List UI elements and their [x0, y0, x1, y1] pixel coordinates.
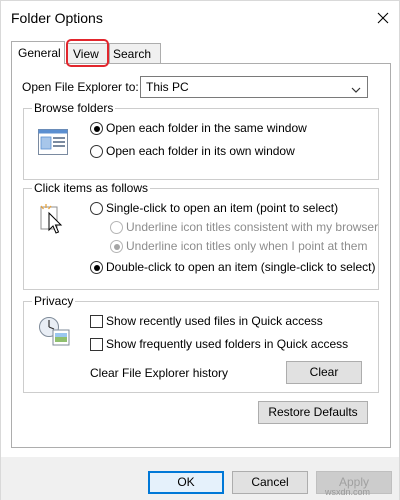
restore-defaults-button[interactable]: Restore Defaults — [258, 401, 368, 424]
pointer-click-icon — [40, 203, 68, 240]
click-items-title: Click items as follows — [32, 181, 151, 195]
privacy-group: Privacy Show recently used files in Quic… — [23, 294, 379, 393]
browse-folders-icon — [38, 129, 68, 158]
open-explorer-value: This PC — [146, 80, 189, 94]
tab-general[interactable]: General — [11, 41, 65, 64]
same-window-label: Open each folder in the same window — [106, 121, 307, 135]
underline-point-label: Underline icon titles only when I point … — [126, 239, 368, 253]
tab-strip: General View Search — [11, 39, 391, 67]
underline-browser-label: Underline icon titles consistent with my… — [126, 220, 379, 234]
browse-folders-group: Browse folders Open each folder in the s… — [23, 101, 379, 180]
radio-double-click[interactable] — [90, 261, 103, 274]
window-title: Folder Options — [11, 10, 103, 26]
tab-general-label: General — [18, 46, 61, 60]
folder-options-dialog: Folder Options General View Search Open … — [0, 0, 400, 500]
watermark: wsxdn.com — [325, 487, 371, 497]
clear-history-label: Clear File Explorer history — [90, 366, 229, 380]
recent-files-label: Show recently used files in Quick access — [106, 314, 323, 328]
radio-single-click[interactable] — [90, 202, 103, 215]
ok-button[interactable]: OK — [148, 471, 224, 494]
cancel-button[interactable]: Cancel — [232, 471, 308, 494]
tab-view[interactable]: View — [67, 43, 109, 63]
own-window-label: Open each folder in its own window — [106, 144, 295, 158]
tab-search-label: Search — [113, 47, 152, 61]
checkbox-frequent-folders[interactable] — [90, 338, 103, 351]
tab-search[interactable]: Search — [109, 43, 161, 63]
radio-same-window[interactable] — [90, 122, 103, 135]
privacy-title: Privacy — [32, 294, 76, 308]
clear-button[interactable]: Clear — [286, 361, 362, 384]
chevron-down-icon — [351, 83, 361, 97]
open-explorer-label: Open File Explorer to: — [22, 80, 139, 94]
radio-underline-point[interactable] — [110, 240, 123, 253]
single-click-label: Single-click to open an item (point to s… — [106, 201, 339, 215]
radio-underline-browser[interactable] — [110, 221, 123, 234]
frequent-folders-label: Show frequently used folders in Quick ac… — [106, 337, 349, 351]
radio-own-window[interactable] — [90, 145, 103, 158]
click-items-group: Click items as follows Single-click to o… — [23, 181, 379, 290]
close-icon[interactable] — [371, 6, 395, 30]
tab-view-label: View — [73, 47, 99, 61]
double-click-label: Double-click to open an item (single-cli… — [106, 260, 376, 274]
browse-folders-title: Browse folders — [32, 101, 116, 115]
privacy-icon — [38, 316, 70, 349]
general-tab-panel: Open File Explorer to: This PC Browse fo… — [11, 63, 391, 448]
open-explorer-select[interactable]: This PC — [140, 76, 368, 98]
checkbox-recent-files[interactable] — [90, 315, 103, 328]
title-bar: Folder Options — [1, 1, 399, 35]
